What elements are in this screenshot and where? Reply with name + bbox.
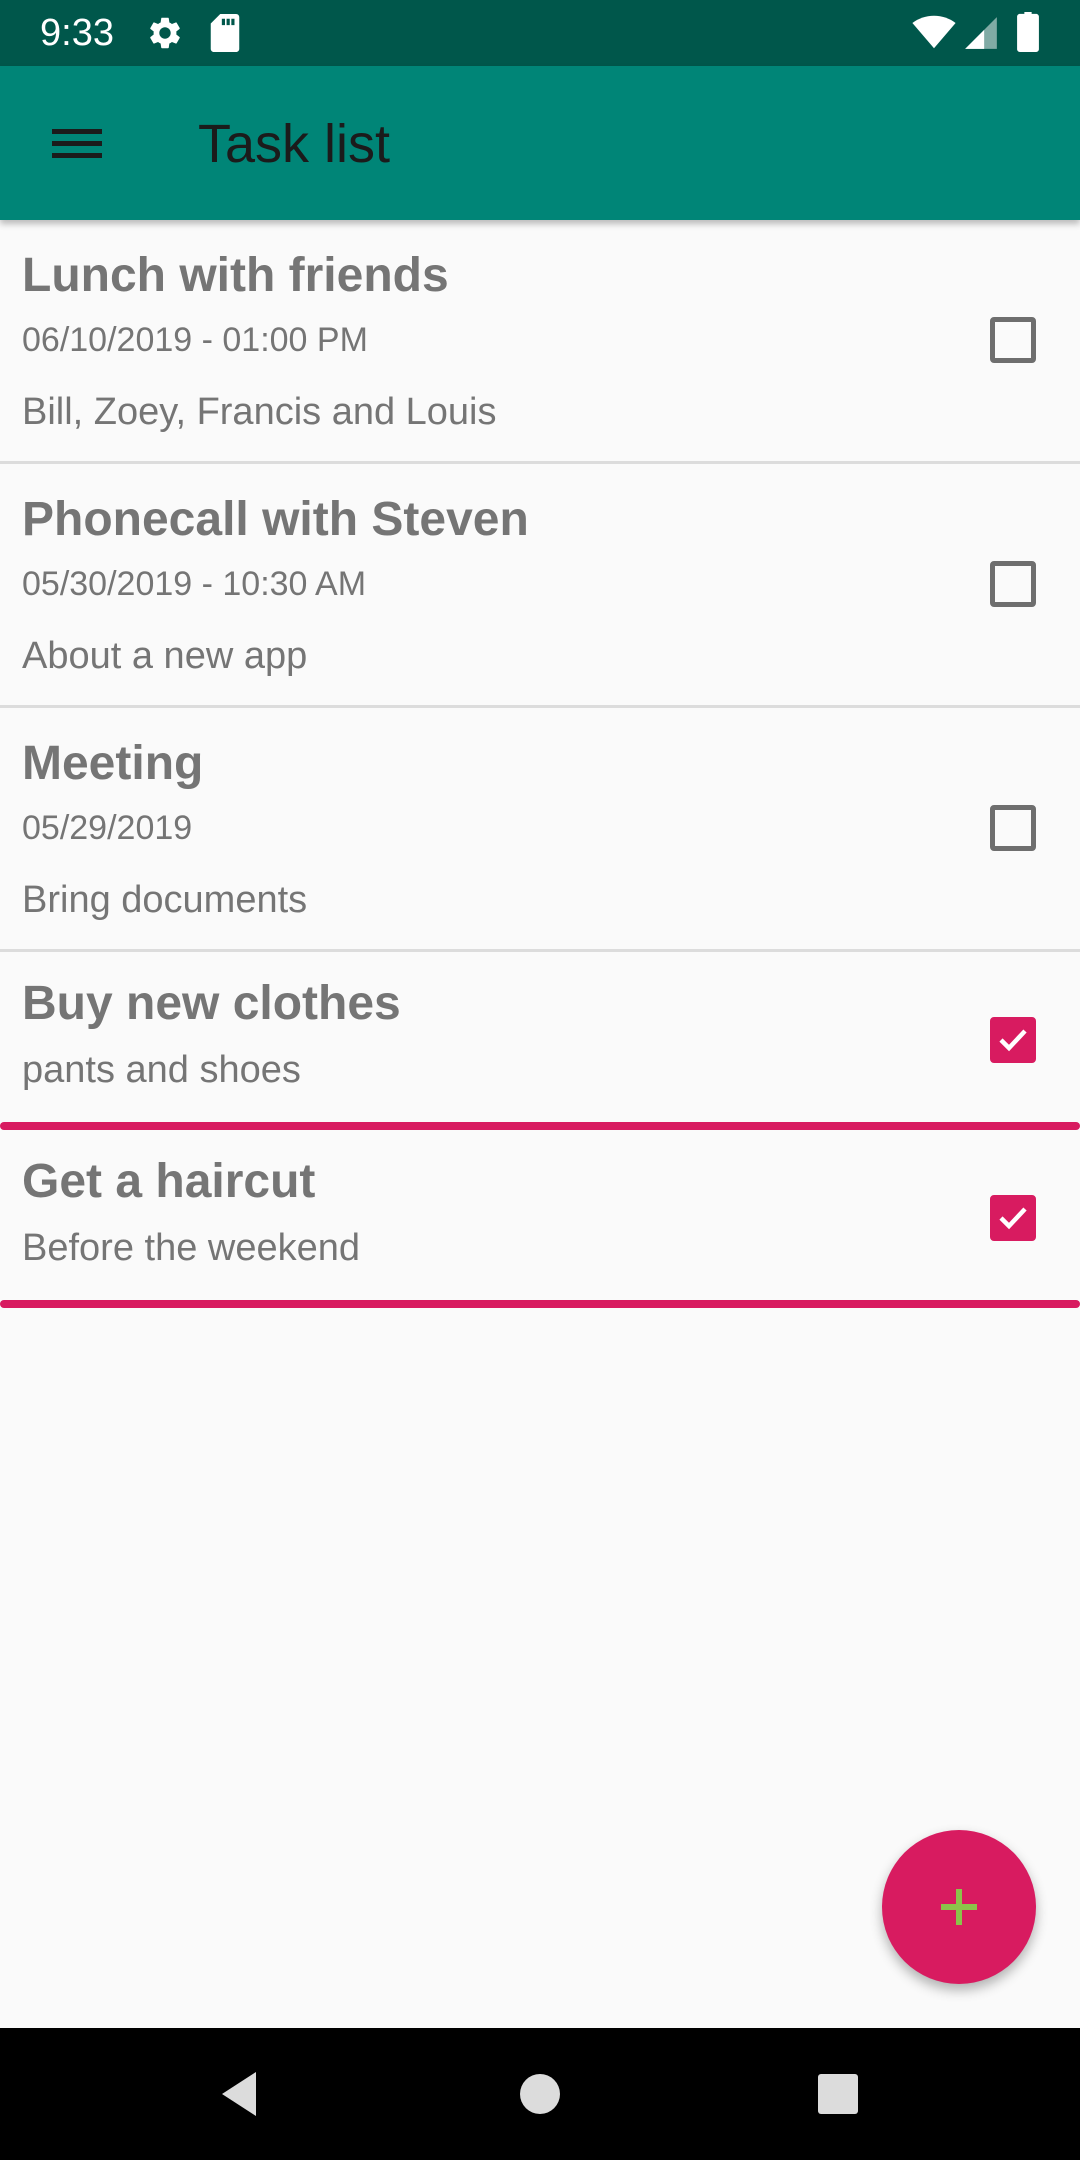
task-description: About a new app [22, 635, 308, 677]
home-icon [510, 2074, 570, 2128]
completed-underline [0, 1122, 1080, 1130]
page-title: Task list [198, 114, 391, 174]
battery-icon [1016, 12, 1040, 57]
task-title: Meeting [22, 737, 204, 790]
sd-card-icon [208, 14, 242, 57]
add-task-button[interactable] [882, 1830, 1036, 1984]
task-checkbox-checked[interactable] [990, 1195, 1036, 1241]
task-title: Buy new clothes [22, 977, 401, 1030]
home-button[interactable] [510, 2064, 570, 2129]
completed-underline [0, 1300, 1080, 1308]
back-button[interactable] [210, 2064, 270, 2129]
task-date: 05/29/2019 [22, 809, 193, 847]
task-checkbox[interactable] [990, 561, 1036, 607]
gear-icon [146, 14, 184, 57]
task-checkbox[interactable] [990, 317, 1036, 363]
task-title: Phonecall with Steven [22, 493, 529, 546]
task-title: Get a haircut [22, 1155, 316, 1208]
task-title: Lunch with friends [22, 249, 449, 302]
task-item[interactable]: Lunch with friends 06/10/2019 - 01:00 PM… [0, 220, 1080, 464]
back-icon [210, 2072, 270, 2128]
status-bar: 9:33 [0, 0, 1080, 66]
task-list: Lunch with friends 06/10/2019 - 01:00 PM… [0, 220, 1080, 1308]
task-description: Bill, Zoey, Francis and Louis [22, 391, 497, 433]
app-bar: Task list [0, 66, 1080, 220]
task-checkbox-checked[interactable] [990, 1017, 1036, 1063]
task-checkbox[interactable] [990, 805, 1036, 851]
task-date: 05/30/2019 - 10:30 AM [22, 565, 367, 603]
task-item[interactable]: Get a haircut Before the weekend [0, 1130, 1080, 1308]
task-item[interactable]: Phonecall with Steven 05/30/2019 - 10:30… [0, 464, 1080, 708]
screen: 9:33 Task list Lunch with friends 06/10/… [0, 0, 1080, 2160]
task-item[interactable]: Meeting 05/29/2019 Bring documents [0, 708, 1080, 952]
navigation-bar [0, 2028, 1080, 2160]
wifi-icon [912, 14, 956, 55]
task-description: pants and shoes [22, 1049, 301, 1091]
recents-icon [808, 2074, 868, 2128]
task-item[interactable]: Buy new clothes pants and shoes [0, 952, 1080, 1130]
task-description: Bring documents [22, 879, 308, 921]
status-time: 9:33 [40, 12, 114, 54]
task-date: 06/10/2019 - 01:00 PM [22, 321, 368, 359]
recents-button[interactable] [808, 2064, 868, 2129]
menu-button[interactable] [40, 103, 120, 183]
task-description: Before the weekend [22, 1227, 361, 1269]
hamburger-menu-icon [40, 129, 120, 187]
cell-signal-icon [962, 14, 1000, 57]
